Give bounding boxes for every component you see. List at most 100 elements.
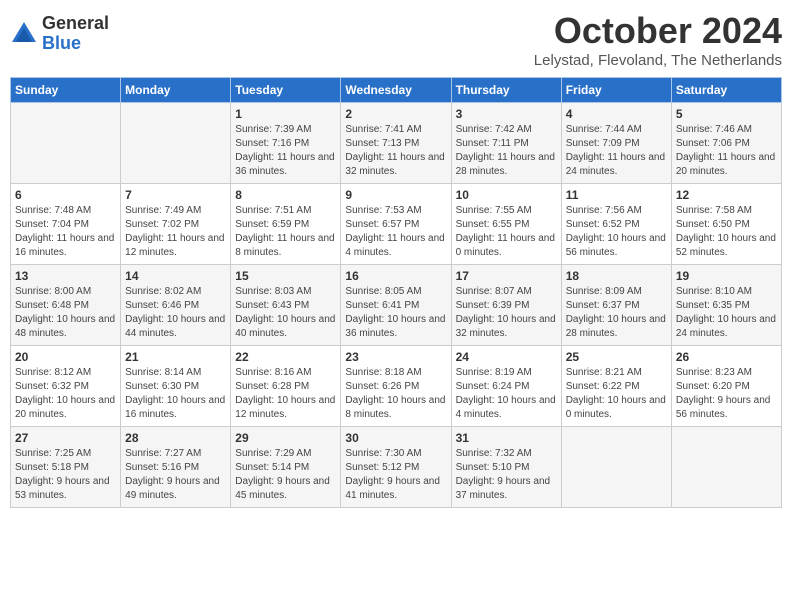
calendar-cell [11,103,121,184]
day-info: Sunrise: 8:19 AM Sunset: 6:24 PM Dayligh… [456,366,557,422]
day-number: 21 [125,350,226,364]
calendar-cell: 12 Sunrise: 7:58 AM Sunset: 6:50 PM Dayli… [671,184,781,265]
day-number: 13 [15,269,116,283]
week-row-5: 27Sunrise: 7:25 AM Sunset: 5:18 PM Dayli… [11,427,782,508]
day-number: 23 [345,350,446,364]
col-header-friday: Friday [561,78,671,103]
day-number: 31 [456,431,557,445]
calendar-cell: 16 Sunrise: 8:05 AM Sunset: 6:41 PM Dayli… [341,265,451,346]
logo-general: General [42,14,109,34]
day-info: Sunrise: 8:16 AM Sunset: 6:28 PM Dayligh… [235,366,336,422]
day-number: 1 [235,107,336,121]
day-number: 22 [235,350,336,364]
logo: General Blue [10,14,109,54]
day-info: Sunrise: 7:48 AM Sunset: 7:04 PM Dayligh… [15,204,116,260]
week-row-2: 6Sunrise: 7:48 AM Sunset: 7:04 PM Daylig… [11,184,782,265]
day-number: 3 [456,107,557,121]
day-number: 10 [456,188,557,202]
calendar-cell: 15 Sunrise: 8:03 AM Sunset: 6:43 PM Dayli… [231,265,341,346]
page-header: General Blue October 2024 Lelystad, Flev… [10,10,782,69]
calendar-cell: 19 Sunrise: 8:10 AM Sunset: 6:35 PM Dayli… [671,265,781,346]
day-info: Sunrise: 8:09 AM Sunset: 6:37 PM Dayligh… [566,285,667,341]
day-info: Sunrise: 7:41 AM Sunset: 7:13 PM Dayligh… [345,123,446,179]
day-info: Sunrise: 7:42 AM Sunset: 7:11 PM Dayligh… [456,123,557,179]
day-number: 8 [235,188,336,202]
calendar-cell: 7 Sunrise: 7:49 AM Sunset: 7:02 PM Daylig… [121,184,231,265]
location: Lelystad, Flevoland, The Netherlands [534,52,782,69]
day-info: Sunrise: 7:55 AM Sunset: 6:55 PM Dayligh… [456,204,557,260]
calendar-cell: 2 Sunrise: 7:41 AM Sunset: 7:13 PM Daylig… [341,103,451,184]
day-info: Sunrise: 7:29 AM Sunset: 5:14 PM Dayligh… [235,447,336,503]
day-number: 18 [566,269,667,283]
calendar-cell [561,427,671,508]
col-header-thursday: Thursday [451,78,561,103]
calendar-cell: 11Sunrise: 7:56 AM Sunset: 6:52 PM Dayli… [561,184,671,265]
month-title: October 2024 [534,10,782,52]
day-info: Sunrise: 7:49 AM Sunset: 7:02 PM Dayligh… [125,204,226,260]
calendar-cell: 10 Sunrise: 7:55 AM Sunset: 6:55 PM Dayli… [451,184,561,265]
calendar-cell: 4 Sunrise: 7:44 AM Sunset: 7:09 PM Daylig… [561,103,671,184]
title-block: October 2024 Lelystad, Flevoland, The Ne… [534,10,782,69]
calendar-cell [121,103,231,184]
calendar-cell: 8 Sunrise: 7:51 AM Sunset: 6:59 PM Daylig… [231,184,341,265]
calendar-cell: 28Sunrise: 7:27 AM Sunset: 5:16 PM Dayli… [121,427,231,508]
general-blue-icon [10,20,38,48]
week-row-3: 13Sunrise: 8:00 AM Sunset: 6:48 PM Dayli… [11,265,782,346]
day-number: 4 [566,107,667,121]
day-number: 12 [676,188,777,202]
day-info: Sunrise: 8:05 AM Sunset: 6:41 PM Dayligh… [345,285,446,341]
day-number: 17 [456,269,557,283]
day-number: 26 [676,350,777,364]
day-number: 19 [676,269,777,283]
col-header-wednesday: Wednesday [341,78,451,103]
calendar-cell: 13Sunrise: 8:00 AM Sunset: 6:48 PM Dayli… [11,265,121,346]
day-info: Sunrise: 8:23 AM Sunset: 6:20 PM Dayligh… [676,366,777,422]
week-row-4: 20 Sunrise: 8:12 AM Sunset: 6:32 PM Dayli… [11,346,782,427]
day-info: Sunrise: 8:02 AM Sunset: 6:46 PM Dayligh… [125,285,226,341]
calendar-cell: 31 Sunrise: 7:32 AM Sunset: 5:10 PM Dayli… [451,427,561,508]
day-info: Sunrise: 8:14 AM Sunset: 6:30 PM Dayligh… [125,366,226,422]
calendar-cell: 23 Sunrise: 8:18 AM Sunset: 6:26 PM Dayli… [341,346,451,427]
calendar-cell: 17 Sunrise: 8:07 AM Sunset: 6:39 PM Dayli… [451,265,561,346]
day-number: 16 [345,269,446,283]
logo-blue: Blue [42,34,109,54]
calendar-cell: 20 Sunrise: 8:12 AM Sunset: 6:32 PM Dayli… [11,346,121,427]
day-info: Sunrise: 7:32 AM Sunset: 5:10 PM Dayligh… [456,447,557,503]
day-info: Sunrise: 8:07 AM Sunset: 6:39 PM Dayligh… [456,285,557,341]
day-info: Sunrise: 7:27 AM Sunset: 5:16 PM Dayligh… [125,447,226,503]
day-info: Sunrise: 7:30 AM Sunset: 5:12 PM Dayligh… [345,447,446,503]
calendar-cell: 9Sunrise: 7:53 AM Sunset: 6:57 PM Daylig… [341,184,451,265]
day-info: Sunrise: 7:58 AM Sunset: 6:50 PM Dayligh… [676,204,777,260]
calendar-cell: 24Sunrise: 8:19 AM Sunset: 6:24 PM Dayli… [451,346,561,427]
calendar-header-row: SundayMondayTuesdayWednesdayThursdayFrid… [11,78,782,103]
day-number: 20 [15,350,116,364]
day-number: 2 [345,107,446,121]
day-info: Sunrise: 7:25 AM Sunset: 5:18 PM Dayligh… [15,447,116,503]
day-number: 9 [345,188,446,202]
day-info: Sunrise: 8:10 AM Sunset: 6:35 PM Dayligh… [676,285,777,341]
day-number: 25 [566,350,667,364]
logo-text: General Blue [42,14,109,54]
calendar-cell: 14Sunrise: 8:02 AM Sunset: 6:46 PM Dayli… [121,265,231,346]
day-info: Sunrise: 7:51 AM Sunset: 6:59 PM Dayligh… [235,204,336,260]
day-info: Sunrise: 7:46 AM Sunset: 7:06 PM Dayligh… [676,123,777,179]
day-info: Sunrise: 7:44 AM Sunset: 7:09 PM Dayligh… [566,123,667,179]
calendar-cell: 18 Sunrise: 8:09 AM Sunset: 6:37 PM Dayli… [561,265,671,346]
day-number: 15 [235,269,336,283]
day-info: Sunrise: 8:03 AM Sunset: 6:43 PM Dayligh… [235,285,336,341]
day-info: Sunrise: 7:39 AM Sunset: 7:16 PM Dayligh… [235,123,336,179]
day-info: Sunrise: 8:18 AM Sunset: 6:26 PM Dayligh… [345,366,446,422]
col-header-tuesday: Tuesday [231,78,341,103]
calendar-cell: 25Sunrise: 8:21 AM Sunset: 6:22 PM Dayli… [561,346,671,427]
day-number: 7 [125,188,226,202]
week-row-1: 1 Sunrise: 7:39 AM Sunset: 7:16 PM Daylig… [11,103,782,184]
calendar-cell: 3 Sunrise: 7:42 AM Sunset: 7:11 PM Daylig… [451,103,561,184]
day-info: Sunrise: 8:12 AM Sunset: 6:32 PM Dayligh… [15,366,116,422]
calendar-cell: 5Sunrise: 7:46 AM Sunset: 7:06 PM Daylig… [671,103,781,184]
col-header-saturday: Saturday [671,78,781,103]
calendar-cell: 26 Sunrise: 8:23 AM Sunset: 6:20 PM Dayli… [671,346,781,427]
calendar-cell: 22 Sunrise: 8:16 AM Sunset: 6:28 PM Dayli… [231,346,341,427]
calendar-cell: 29Sunrise: 7:29 AM Sunset: 5:14 PM Dayli… [231,427,341,508]
day-info: Sunrise: 7:56 AM Sunset: 6:52 PM Dayligh… [566,204,667,260]
calendar-cell: 30Sunrise: 7:30 AM Sunset: 5:12 PM Dayli… [341,427,451,508]
